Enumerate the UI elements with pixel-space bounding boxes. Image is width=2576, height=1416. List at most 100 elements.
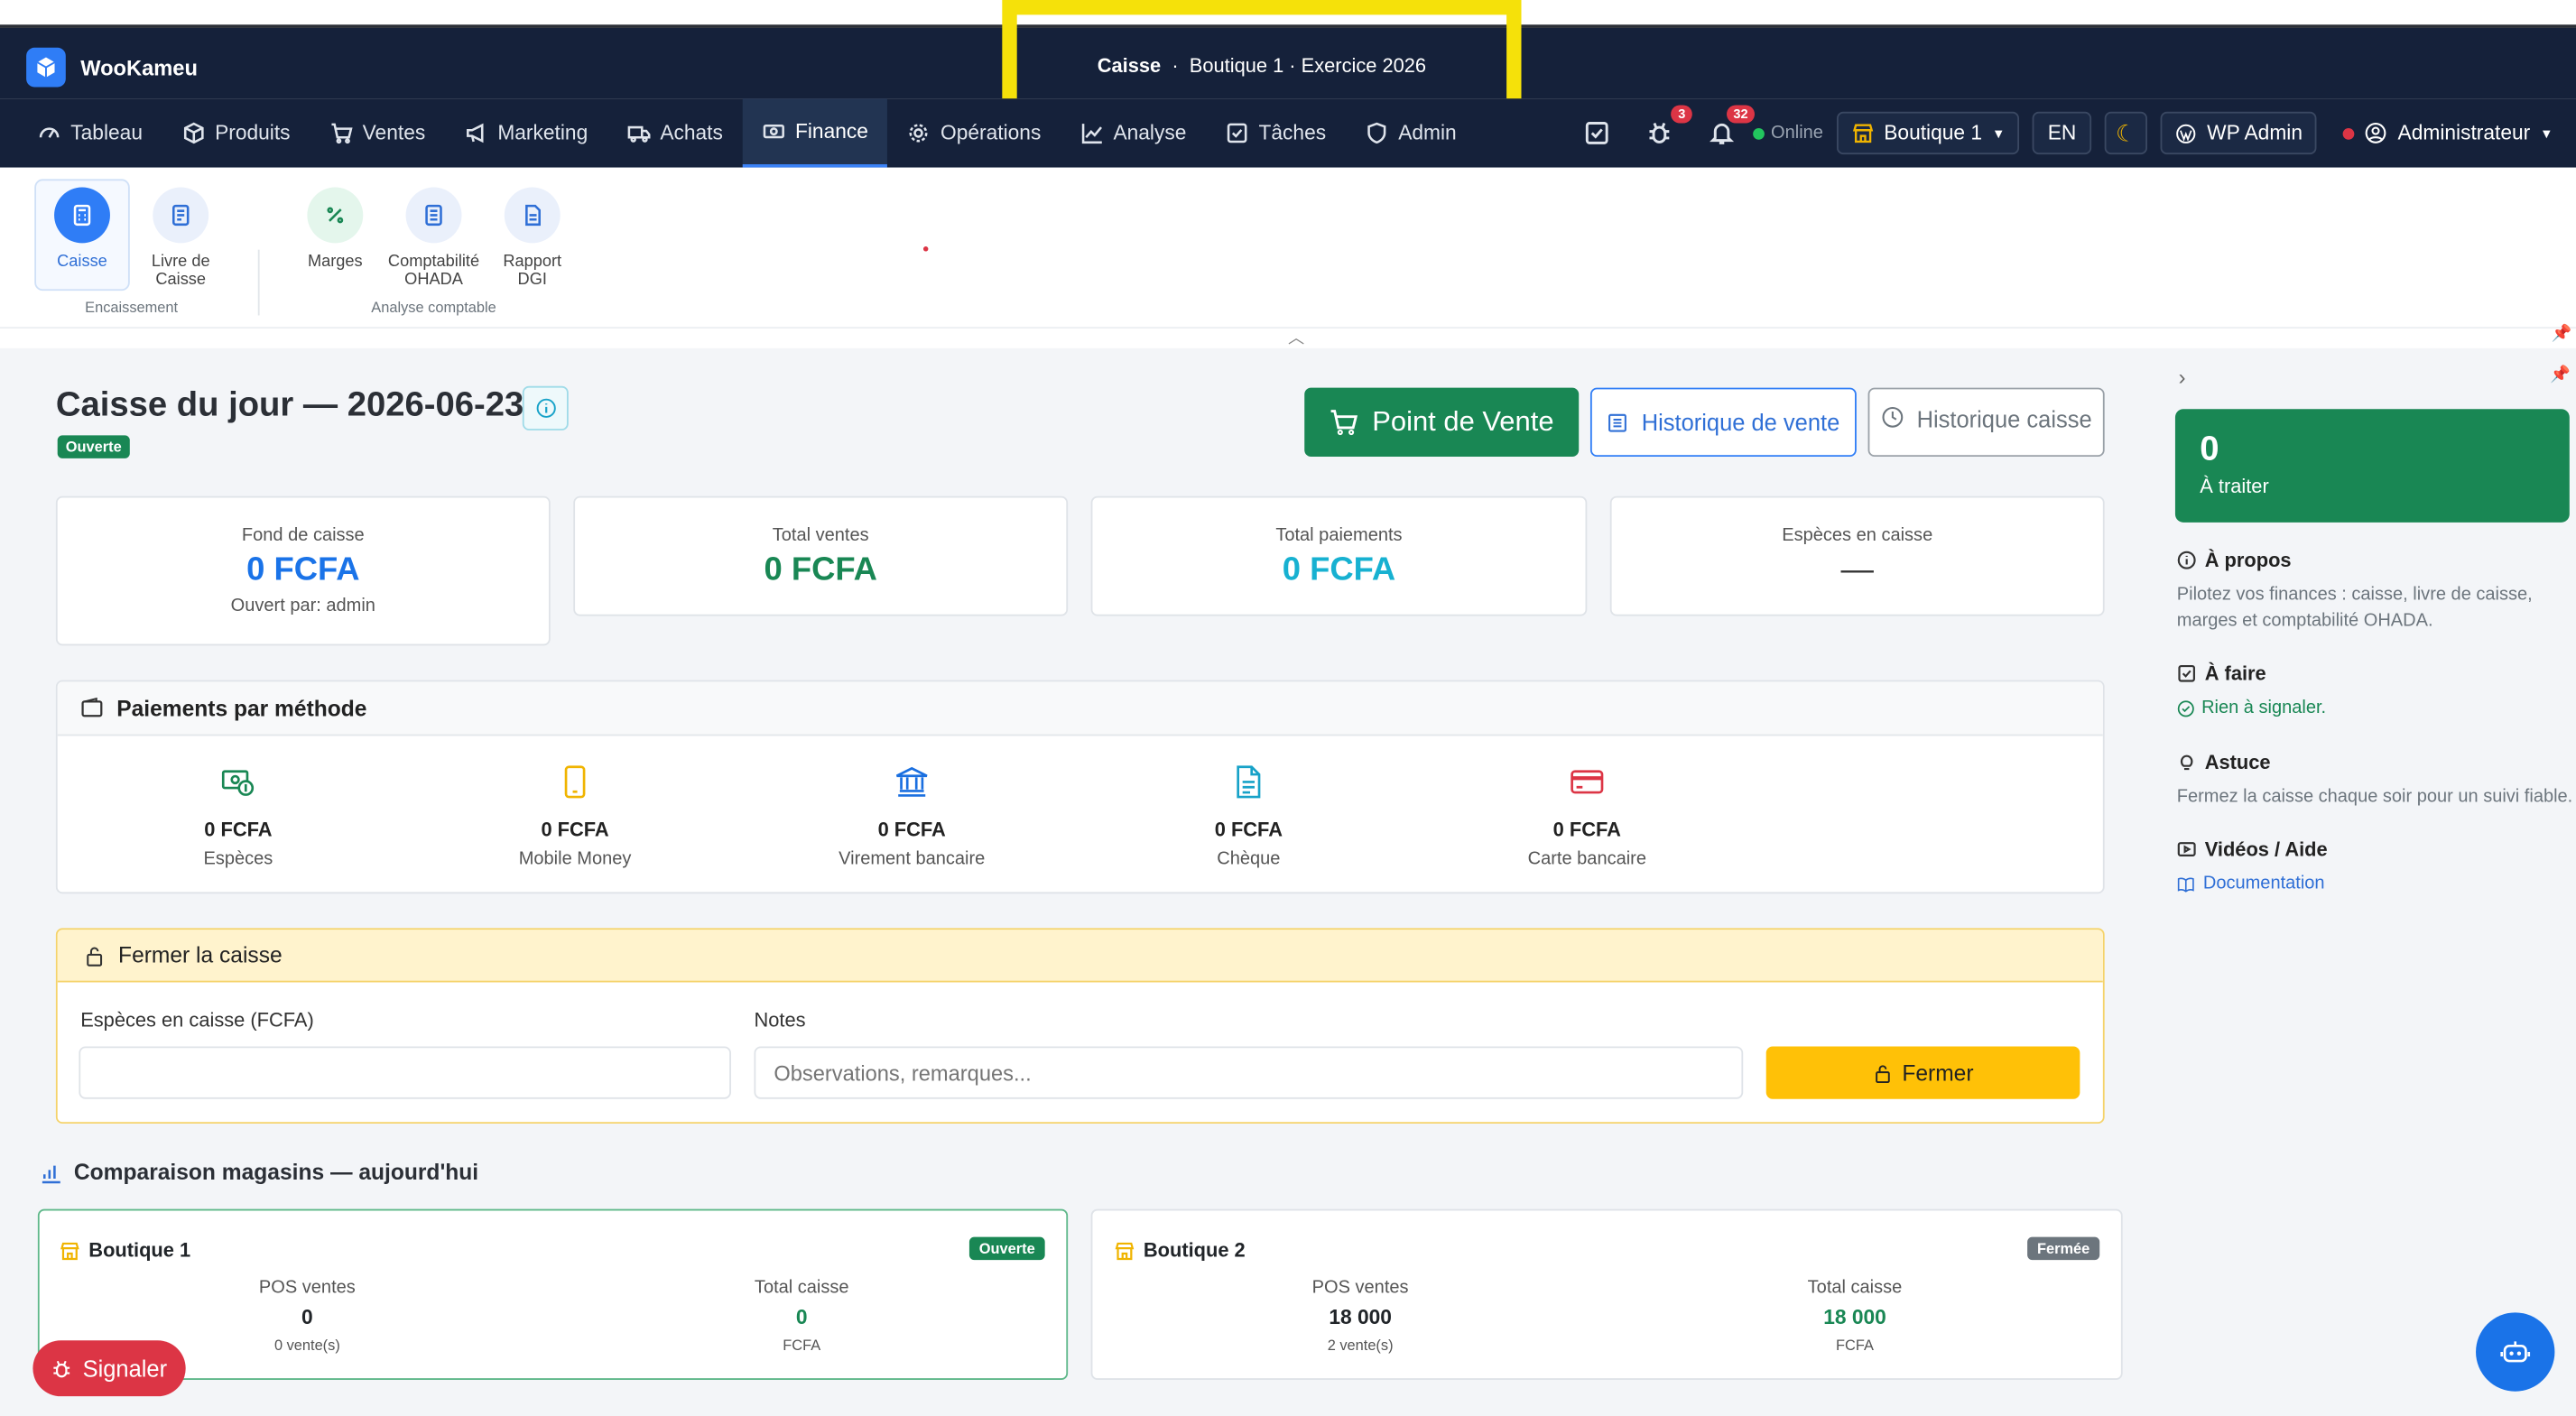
store-total-block: Total caisse 0 FCFA xyxy=(719,1278,884,1354)
payment-method-especes: 0 FCFA Espèces xyxy=(148,764,329,869)
store-total-value: 0 xyxy=(795,1306,808,1329)
subnav-rapport-dgi[interactable]: Rapport DGI xyxy=(486,187,579,290)
language-label: EN xyxy=(2047,121,2077,145)
check-square-icon xyxy=(1228,123,1247,143)
historique-vente-label: Historique de vente xyxy=(1641,409,1840,436)
subnav-label: Rapport DGI xyxy=(503,253,562,290)
sidebar-expand-chevron-icon[interactable]: › xyxy=(2179,365,2186,389)
moon-icon: ☾ xyxy=(2116,118,2136,146)
nav-item-marketing[interactable]: Marketing xyxy=(445,98,607,167)
notifications-button[interactable]: 32 xyxy=(1703,105,1755,151)
stat-card-especes-en-caisse: Espèces en caisse — xyxy=(1609,495,2105,616)
todo-summary-card[interactable]: 0 À traiter xyxy=(2174,409,2570,523)
nav-item-ventes[interactable]: Ventes xyxy=(310,98,445,167)
payment-amount: 0 FCFA xyxy=(1214,818,1283,841)
app-brand[interactable]: WooKameu xyxy=(26,47,198,88)
documentation-link[interactable]: Documentation xyxy=(2177,871,2565,897)
stat-label: Fond de caisse xyxy=(241,525,365,546)
payment-name: Mobile Money xyxy=(518,849,632,869)
sidebar-tip-title: Astuce xyxy=(2204,750,2271,774)
payment-method-virement: 0 FCFA Virement bancaire xyxy=(821,764,1002,869)
payments-card-header: Paiements par méthode xyxy=(57,681,2103,736)
calculator-icon xyxy=(54,187,110,244)
close-register-header: Fermer la caisse xyxy=(57,930,2103,983)
user-menu[interactable]: Administrateur ▼ xyxy=(2330,112,2566,154)
tasks-check-button[interactable] xyxy=(1579,115,1615,151)
subnav-caisse[interactable]: Caisse xyxy=(38,187,126,271)
bug-reports-button[interactable]: 3 xyxy=(1641,105,1692,151)
bank-icon xyxy=(895,766,928,797)
pin-icon[interactable]: 📌 xyxy=(2552,325,2572,343)
nav-item-finance[interactable]: Finance xyxy=(742,98,888,168)
store-selector[interactable]: Boutique 1 ▼ xyxy=(1836,111,2020,155)
store-pos-value: 18 000 xyxy=(1329,1306,1392,1329)
signaler-button[interactable]: Signaler xyxy=(32,1340,186,1397)
stat-card-total-ventes: Total ventes 0 FCFA xyxy=(573,495,1069,616)
robot-icon xyxy=(2500,1341,2531,1363)
report-icon xyxy=(504,187,561,244)
nav-item-taches[interactable]: Tâches xyxy=(1206,98,1346,167)
nav-item-admin[interactable]: Admin xyxy=(1346,98,1477,167)
document-icon xyxy=(1237,765,1261,799)
info-icon xyxy=(535,398,555,418)
compare-heading: Comparaison magasins — aujourd'hui xyxy=(40,1160,478,1184)
subnav-marges[interactable]: Marges xyxy=(289,187,381,272)
store-total-label: Total caisse xyxy=(1807,1278,1903,1298)
close-register-title: Fermer la caisse xyxy=(118,942,283,968)
gauge-icon xyxy=(39,127,60,138)
page-title: Caisse du jour — 2026-06-23 xyxy=(55,385,524,424)
group-label-analyse: Analyse comptable xyxy=(371,299,496,316)
info-button[interactable] xyxy=(522,385,569,430)
historique-vente-button[interactable]: Historique de vente xyxy=(1589,387,1857,458)
subnav-label: Marges xyxy=(307,253,363,272)
language-button[interactable]: EN xyxy=(2033,111,2091,155)
subnav-label: Comptabilité OHADA xyxy=(387,253,480,290)
notification-count-badge: 32 xyxy=(1727,105,1755,124)
subnav-livre-de-caisse[interactable]: Livre de Caisse xyxy=(134,187,227,289)
cash-amount-input[interactable] xyxy=(79,1046,731,1099)
nav-item-achats[interactable]: Achats xyxy=(607,98,743,167)
cart-icon xyxy=(1330,410,1358,436)
payments-card: Paiements par méthode 0 FCFA Espèces 0 F… xyxy=(55,680,2105,894)
subnav-comptabilite-ohada[interactable]: Comptabilité OHADA xyxy=(385,187,483,290)
chevron-down-icon: ▼ xyxy=(1991,125,2006,141)
chevron-up-icon[interactable]: ︿ xyxy=(1288,324,1304,348)
sidebar-todo: À faire Rien à signaler. xyxy=(2177,662,2565,722)
status-dot-icon xyxy=(2343,127,2356,139)
bug-icon xyxy=(1649,122,1670,143)
stat-card-fond-de-caisse: Fond de caisse 0 FCFA Ouvert par: admin xyxy=(55,495,551,646)
theme-toggle[interactable]: ☾ xyxy=(2104,111,2148,155)
todo-count: 0 xyxy=(2200,430,2219,468)
notes-input[interactable] xyxy=(754,1046,1744,1099)
notes-label: Notes xyxy=(754,1008,806,1032)
nav-item-operations[interactable]: Opérations xyxy=(888,98,1061,167)
assistant-bot-button[interactable] xyxy=(2476,1312,2555,1392)
stat-value: 0 FCFA xyxy=(764,551,877,588)
cube-logo-icon xyxy=(26,47,66,88)
unlock-icon xyxy=(1875,1064,1890,1083)
store-pos-label: POS ventes xyxy=(1311,1278,1409,1298)
group-label-encaissement: Encaissement xyxy=(85,299,179,316)
group-divider xyxy=(257,249,260,316)
subnav-collapse-bar[interactable]: ︿ xyxy=(0,327,2576,348)
ledger-icon xyxy=(153,187,209,244)
store-card-boutique-2: Boutique 2 Fermée POS ventes 18 000 2 ve… xyxy=(1090,1208,2123,1380)
nav-item-produits[interactable]: Produits xyxy=(162,98,310,167)
fermer-button[interactable]: Fermer xyxy=(1765,1046,2080,1099)
nav-item-analyse[interactable]: Analyse xyxy=(1061,98,1206,167)
payment-amount: 0 FCFA xyxy=(204,818,273,841)
todo-count-label: À traiter xyxy=(2200,475,2269,498)
sidebar-pin-icon[interactable]: 📌 xyxy=(2550,366,2571,384)
clock-icon xyxy=(1881,406,1903,428)
wallet-icon xyxy=(81,697,103,717)
nav-item-tableau[interactable]: Tableau xyxy=(18,98,162,167)
point-de-vente-button[interactable]: Point de Vente xyxy=(1304,387,1580,458)
sidebar-about: À propos Pilotez vos finances : caisse, … xyxy=(2177,549,2565,634)
wp-admin-link[interactable]: WP Admin xyxy=(2161,111,2318,155)
historique-caisse-button[interactable]: Historique caisse xyxy=(1867,387,2105,458)
stat-sub: Ouvert par: admin xyxy=(230,596,375,616)
check-square-icon xyxy=(1585,122,1608,144)
compare-title: Comparaison magasins — aujourd'hui xyxy=(73,1160,479,1185)
bell-icon xyxy=(1709,123,1734,144)
store-total-sub: FCFA xyxy=(1836,1337,1874,1354)
